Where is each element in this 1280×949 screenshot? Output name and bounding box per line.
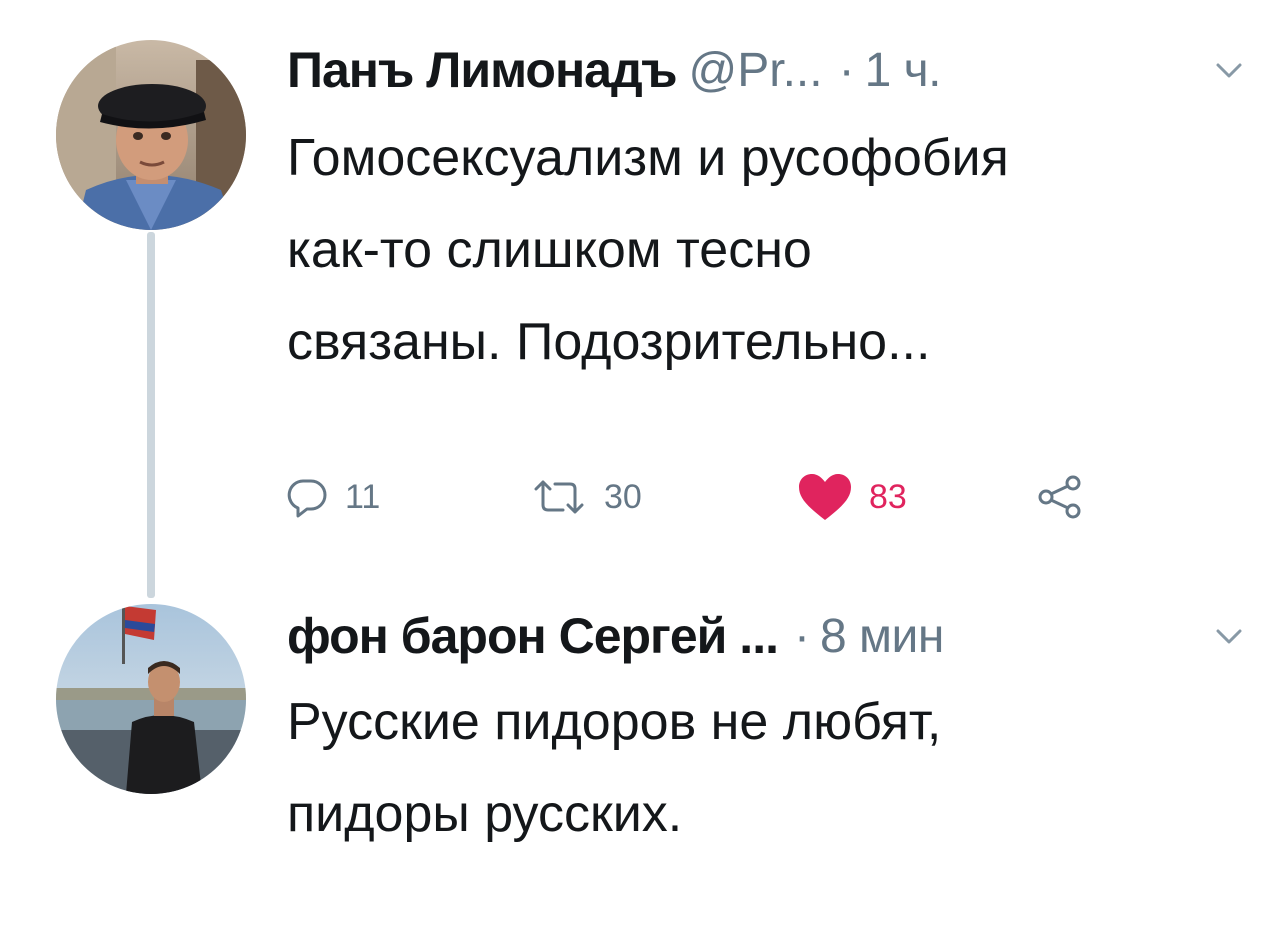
retweet-icon <box>534 480 584 514</box>
reply-button[interactable]: 11 <box>285 462 380 532</box>
share-button[interactable] <box>1037 462 1083 532</box>
heart-icon <box>799 474 851 520</box>
like-button[interactable]: 83 <box>797 462 907 532</box>
like-count: 83 <box>869 477 907 516</box>
reply-count: 11 <box>345 477 381 516</box>
tweet-text-line: пидоры русских. <box>287 785 683 843</box>
chevron-down-icon[interactable] <box>1214 624 1244 648</box>
author-name[interactable]: Панъ Лимонадъ <box>287 41 678 99</box>
separator-dot: · <box>794 609 810 663</box>
author-name[interactable]: фон барон Сергей ... <box>287 607 779 665</box>
tweet-time[interactable]: 8 мин <box>820 609 944 664</box>
retweet-button[interactable]: 30 <box>530 462 642 532</box>
tweet-header: Панъ Лимонадъ @Pr... · 1 ч. <box>287 40 1250 100</box>
separator-dot: · <box>838 43 855 97</box>
reply-icon <box>287 479 327 518</box>
tweet-text-line: Гомосексуализм и русофобия <box>287 129 1009 187</box>
avatar[interactable] <box>56 604 246 794</box>
tweet-actions: 11 30 83 <box>285 462 1105 532</box>
chevron-down-icon[interactable] <box>1214 58 1244 82</box>
share-icon <box>1038 475 1081 519</box>
tweet-text-line: как-то слишком тесно <box>287 221 812 279</box>
tweet-text-line: Русские пидоров не любят, <box>287 693 942 751</box>
tweet-text-line: связаны. Подозрительно... <box>287 313 931 371</box>
avatar-man-outdoors-icon <box>56 604 246 794</box>
retweet-count: 30 <box>604 477 642 516</box>
avatar-man-in-cap-icon <box>56 40 246 230</box>
avatar[interactable] <box>56 40 246 230</box>
tweet-header: фон барон Сергей ... · 8 мин <box>287 606 1250 666</box>
tweet-time[interactable]: 1 ч. <box>865 43 942 98</box>
tweet-text: Русские пидоров не любят, пидоры русских… <box>287 676 1260 860</box>
thread-connector-line <box>147 232 155 598</box>
author-handle[interactable]: @Pr... <box>689 43 823 98</box>
tweet-text: Гомосексуализм и русофобия как-то слишко… <box>287 112 1260 388</box>
